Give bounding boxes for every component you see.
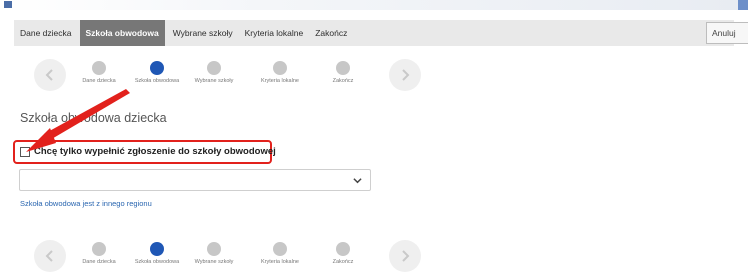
district-school-select[interactable] xyxy=(19,169,371,191)
tab-wybrane-szkoly[interactable]: Wybrane szkoły xyxy=(167,20,239,46)
step-wybrane-szkoly[interactable]: Wybrane szkoły xyxy=(184,242,244,265)
prev-step-button[interactable] xyxy=(34,59,66,91)
step-dot xyxy=(336,61,350,75)
checkbox-label: Chcę tylko wypełnić zgłoszenie do szkoły… xyxy=(34,146,276,157)
step-label: Dane dziecka xyxy=(82,259,116,265)
checkbox-box[interactable] xyxy=(20,146,30,157)
tab-dane-dziecka[interactable]: Dane dziecka xyxy=(14,20,78,46)
next-step-button[interactable] xyxy=(389,240,421,272)
step-szkola-obwodowa[interactable]: Szkoła obwodowa xyxy=(127,61,187,84)
progress-stepper-bottom: Dane dziecka Szkoła obwodowa Wybrane szk… xyxy=(34,238,424,274)
step-label: Szkoła obwodowa xyxy=(134,259,180,265)
step-label: Kryteria lokalne xyxy=(261,78,299,84)
other-region-link[interactable]: Szkoła obwodowa jest z innego regionu xyxy=(20,199,152,208)
top-bar xyxy=(0,0,748,10)
step-label: Szkoła obwodowa xyxy=(134,78,180,84)
step-kryteria-lokalne[interactable]: Kryteria lokalne xyxy=(250,61,310,84)
chevron-left-icon xyxy=(45,250,53,262)
step-dot xyxy=(92,242,106,256)
step-wybrane-szkoly[interactable]: Wybrane szkoły xyxy=(184,61,244,84)
prev-step-button[interactable] xyxy=(34,240,66,272)
step-dot xyxy=(207,61,221,75)
step-dot xyxy=(207,242,221,256)
step-dot xyxy=(273,242,287,256)
step-label: Dane dziecka xyxy=(82,78,116,84)
top-bar-edge xyxy=(738,0,748,10)
step-zakoncz[interactable]: Zakończ xyxy=(313,61,373,84)
step-zakoncz[interactable]: Zakończ xyxy=(313,242,373,265)
step-label: Wybrane szkoły xyxy=(194,78,234,84)
cancel-button[interactable]: Anuluj xyxy=(706,22,748,44)
step-dot-current xyxy=(150,61,164,75)
step-dot xyxy=(92,61,106,75)
tab-szkola-obwodowa[interactable]: Szkoła obwodowa xyxy=(79,20,165,46)
only-district-school-checkbox[interactable]: Chcę tylko wypełnić zgłoszenie do szkoły… xyxy=(20,146,276,157)
step-label: Wybrane szkoły xyxy=(194,259,234,265)
top-bar-accent xyxy=(4,1,12,8)
step-kryteria-lokalne[interactable]: Kryteria lokalne xyxy=(250,242,310,265)
next-step-button[interactable] xyxy=(389,59,421,91)
progress-stepper-top: Dane dziecka Szkoła obwodowa Wybrane szk… xyxy=(34,57,424,93)
step-dane-dziecka[interactable]: Dane dziecka xyxy=(69,242,129,265)
chevron-right-icon xyxy=(402,250,410,262)
wizard-tabs: Dane dziecka Szkoła obwodowa Wybrane szk… xyxy=(14,20,734,46)
step-label: Zakończ xyxy=(332,78,354,84)
section-title: Szkoła obwodowa dziecka xyxy=(20,111,167,125)
tab-zakoncz[interactable]: Zakończ xyxy=(309,20,353,46)
step-dot xyxy=(273,61,287,75)
chevron-left-icon xyxy=(45,69,53,81)
tab-kryteria-lokalne[interactable]: Kryteria lokalne xyxy=(239,20,310,46)
step-label: Zakończ xyxy=(332,259,354,265)
chevron-right-icon xyxy=(402,69,410,81)
chevron-down-icon xyxy=(353,178,362,184)
step-label: Kryteria lokalne xyxy=(261,259,299,265)
step-dane-dziecka[interactable]: Dane dziecka xyxy=(69,61,129,84)
step-dot-current xyxy=(150,242,164,256)
step-szkola-obwodowa[interactable]: Szkoła obwodowa xyxy=(127,242,187,265)
step-dot xyxy=(336,242,350,256)
